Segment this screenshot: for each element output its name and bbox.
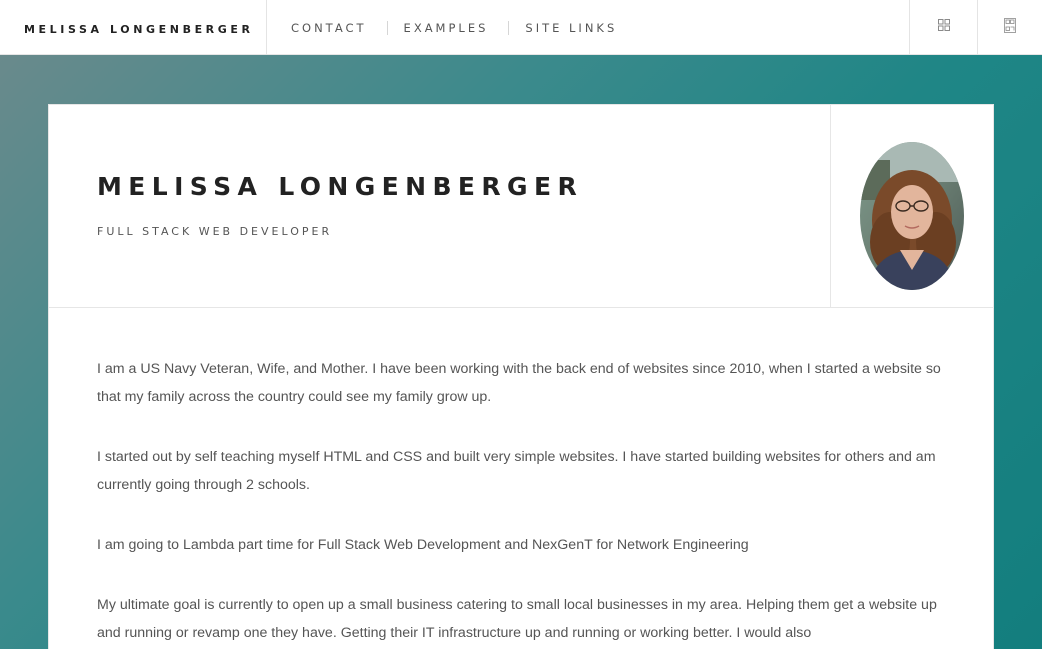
profile-header: MELISSA LONGENBERGER FULL STACK WEB DEVE…: [49, 105, 993, 308]
grid-icon: [937, 18, 951, 37]
brand-name[interactable]: MELISSA LONGENBERGER: [24, 23, 254, 36]
nav-link-site-links[interactable]: SITE LINKS: [525, 21, 617, 35]
nav-separator: [508, 20, 510, 35]
nav-link-examples[interactable]: EXAMPLES: [404, 21, 489, 35]
job-title: FULL STACK WEB DEVELOPER: [97, 225, 333, 238]
qr-code-icon: [1004, 17, 1016, 38]
page-title: MELISSA LONGENBERGER: [97, 172, 584, 201]
nav-link-contact[interactable]: CONTACT: [291, 21, 367, 35]
about-paragraph: I am a US Navy Veteran, Wife, and Mother…: [97, 361, 941, 405]
brand-divider: [266, 0, 267, 55]
about-paragraph: My ultimate goal is currently to open up…: [97, 597, 937, 641]
about-paragraph: I am going to Lambda part time for Full …: [97, 537, 749, 553]
nav-separator: [386, 20, 388, 35]
top-navbar: MELISSA LONGENBERGER CONTACT EXAMPLES SI…: [0, 0, 1042, 55]
avatar: [860, 142, 964, 290]
qr-code-button[interactable]: [978, 0, 1042, 55]
about-section: I am a US Navy Veteran, Wife, and Mother…: [97, 355, 947, 649]
about-paragraph: I started out by self teaching myself HT…: [97, 449, 936, 493]
main-nav: CONTACT EXAMPLES SITE LINKS: [291, 0, 617, 55]
profile-card: MELISSA LONGENBERGER FULL STACK WEB DEVE…: [48, 104, 994, 649]
avatar-column: [830, 105, 994, 307]
grid-button[interactable]: [910, 0, 977, 55]
